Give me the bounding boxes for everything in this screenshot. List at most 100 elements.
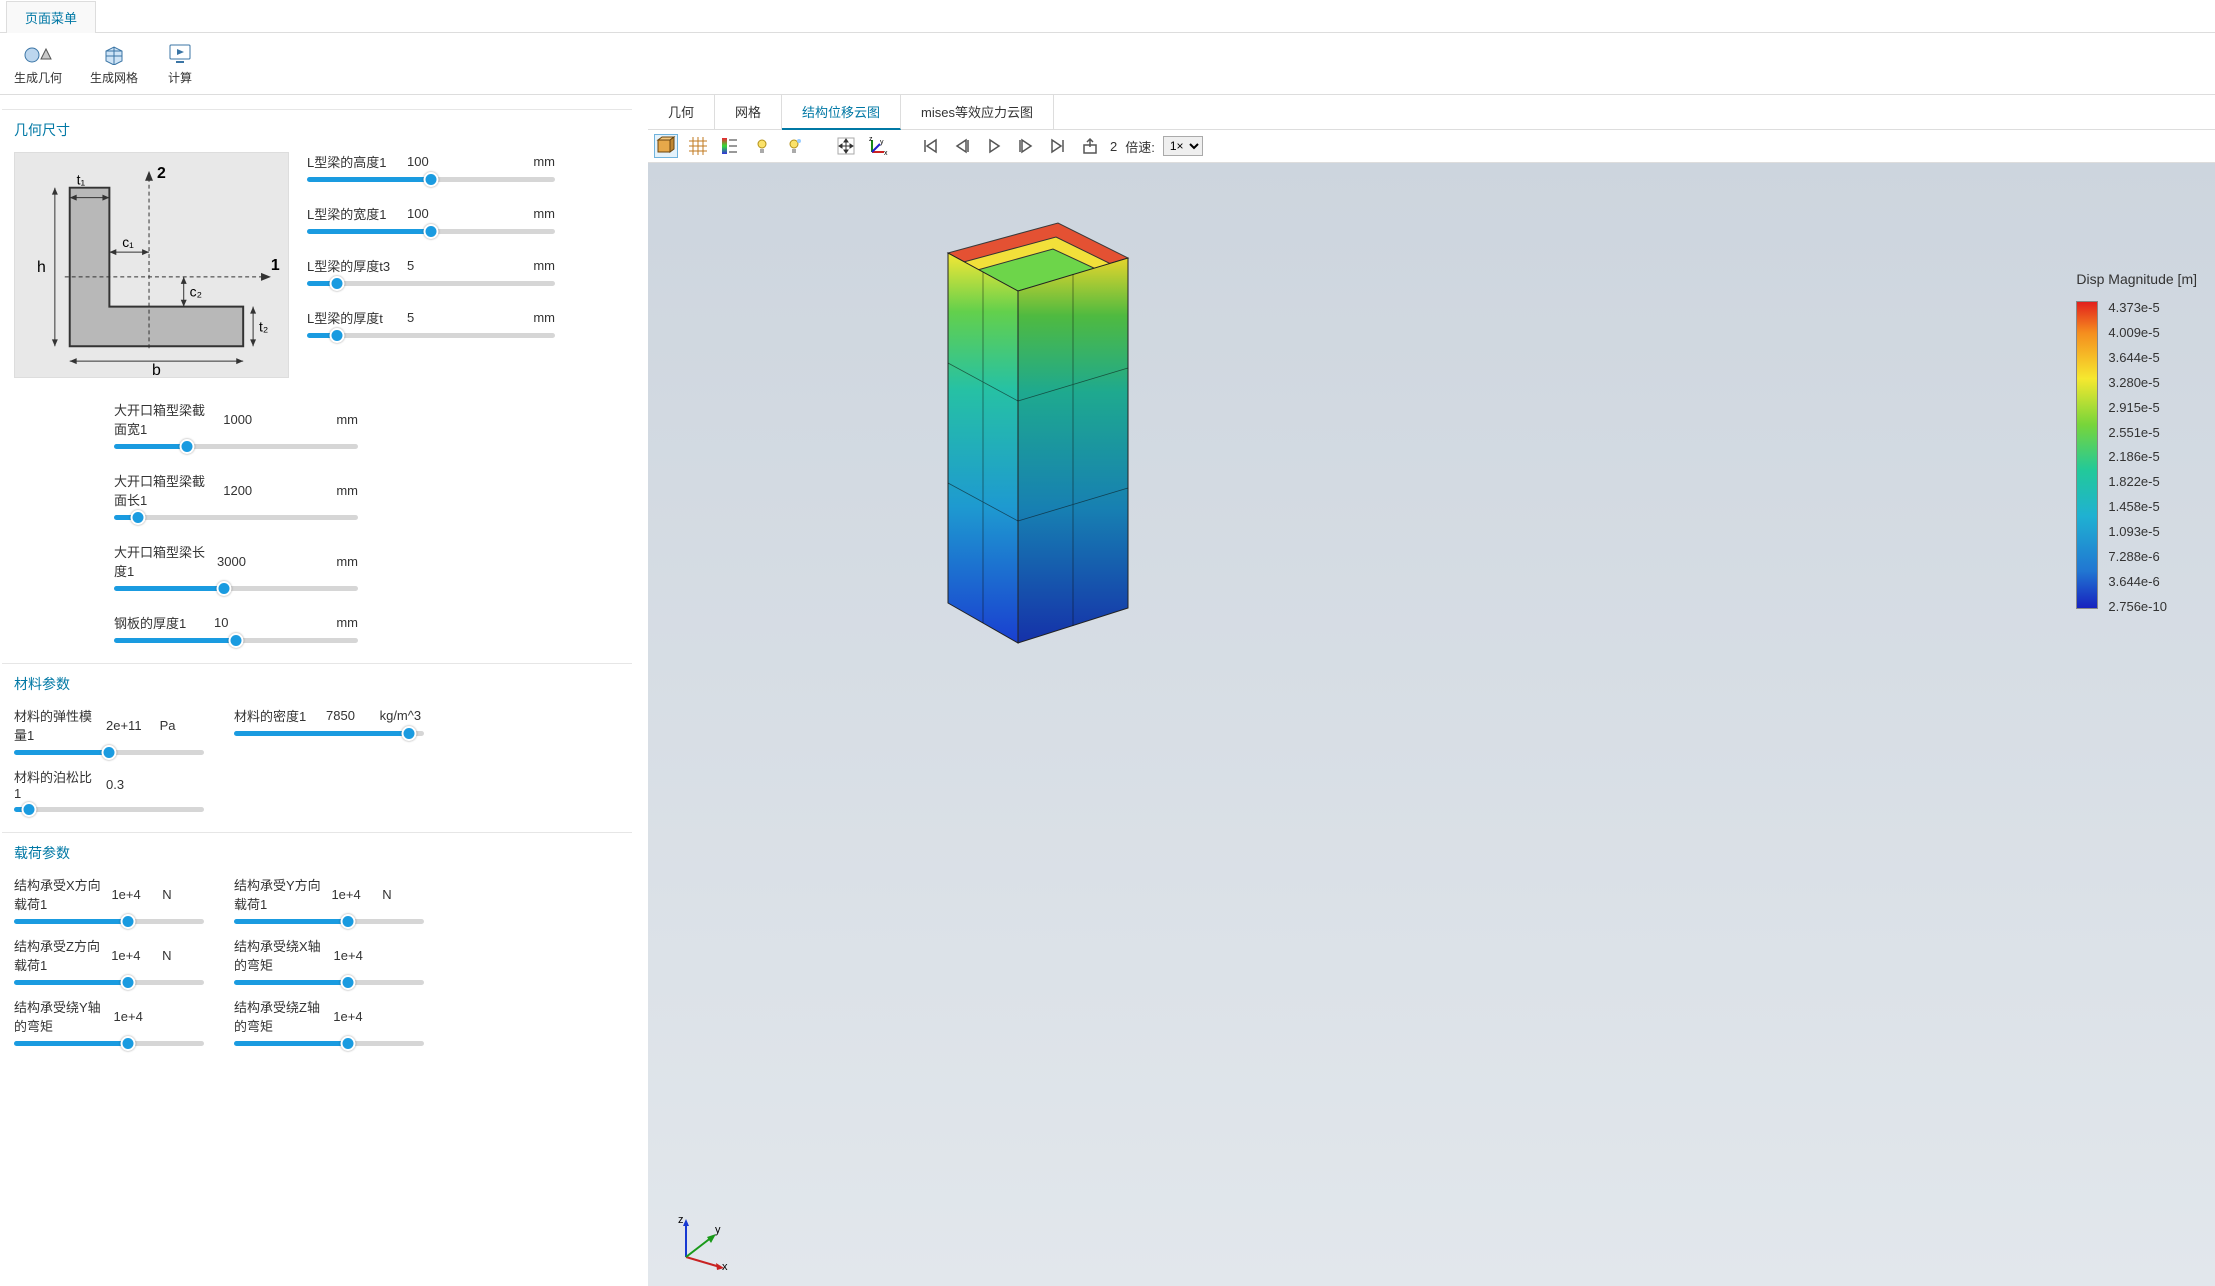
param-value[interactable]: 100 — [405, 206, 506, 221]
gfx-btn-grid[interactable] — [686, 134, 710, 158]
slider-knob[interactable] — [121, 914, 136, 929]
param-slider[interactable] — [14, 980, 204, 985]
param-slider[interactable] — [307, 177, 555, 182]
param-slider[interactable] — [234, 731, 424, 736]
slider-knob[interactable] — [216, 581, 231, 596]
gfx-btn-next[interactable] — [1014, 134, 1038, 158]
param-value[interactable]: 1e+4 — [329, 887, 376, 902]
legend-value: 2.551e-5 — [2108, 426, 2167, 439]
gfx-btn-play[interactable] — [982, 134, 1006, 158]
slider-knob[interactable] — [401, 726, 416, 741]
legend-value: 3.280e-5 — [2108, 376, 2167, 389]
param-slider[interactable] — [14, 807, 204, 812]
slider-knob[interactable] — [341, 1036, 356, 1051]
param-value[interactable]: 1200 — [221, 483, 313, 498]
param-slider[interactable] — [307, 281, 555, 286]
gfx-btn-prev[interactable] — [950, 134, 974, 158]
slider-knob[interactable] — [329, 276, 344, 291]
slider-knob[interactable] — [180, 439, 195, 454]
legend-value: 3.644e-5 — [2108, 351, 2167, 364]
param-label: 结构承受X方向载荷1 — [14, 875, 103, 913]
param-unit: mm — [512, 154, 555, 169]
gfx-btn-light2[interactable] — [782, 134, 806, 158]
gfx-btn-legend[interactable] — [718, 134, 742, 158]
slider-knob[interactable] — [229, 633, 244, 648]
param-slider[interactable] — [114, 515, 358, 520]
gfx-btn-light1[interactable] — [750, 134, 774, 158]
param-slider[interactable] — [234, 919, 424, 924]
param-大开口箱型梁截面长1: 大开口箱型梁截面长11200mm — [114, 471, 358, 520]
param-slider[interactable] — [234, 1041, 424, 1046]
tab-1[interactable]: 网格 — [715, 95, 782, 129]
param-slider[interactable] — [114, 444, 358, 449]
param-value[interactable]: 1000 — [221, 412, 313, 427]
graphics-canvas[interactable]: z y x Disp Magnitude [m] 4.373e-54.009e-… — [648, 163, 2215, 1286]
param-value[interactable]: 7850 — [324, 708, 374, 723]
param-label: 材料的泊松比1 — [14, 767, 98, 801]
param-label: 大开口箱型梁截面宽1 — [114, 400, 215, 438]
label-generate-mesh: 生成网格 — [90, 69, 138, 86]
param-slider[interactable] — [307, 333, 555, 338]
param-slider[interactable] — [114, 586, 358, 591]
slider-knob[interactable] — [424, 224, 439, 239]
slider-knob[interactable] — [121, 1036, 136, 1051]
slider-knob[interactable] — [341, 914, 356, 929]
param-slider[interactable] — [14, 919, 204, 924]
param-value[interactable]: 1e+4 — [332, 948, 378, 963]
btn-generate-mesh[interactable]: 生成网格 — [90, 39, 138, 86]
param-slider[interactable] — [14, 1041, 204, 1046]
param-结构承受绕X轴的弯矩: 结构承受绕X轴的弯矩1e+4 — [234, 936, 424, 985]
param-slider[interactable] — [307, 229, 555, 234]
gfx-btn-last[interactable] — [1046, 134, 1070, 158]
gfx-btn-move[interactable] — [834, 134, 858, 158]
section-title-material: 材料参数 — [14, 672, 620, 694]
param-结构承受Z方向载荷1: 结构承受Z方向载荷11e+4N — [14, 936, 204, 985]
gfx-btn-first[interactable] — [918, 134, 942, 158]
param-value[interactable]: 10 — [212, 615, 310, 630]
slider-knob[interactable] — [102, 745, 117, 760]
menu-page[interactable]: 页面菜单 — [6, 1, 96, 33]
param-value[interactable]: 1e+4 — [331, 1009, 377, 1024]
gfx-speed-select[interactable]: 1× — [1163, 136, 1203, 156]
legend-value: 2.915e-5 — [2108, 401, 2167, 414]
param-unit: kg/m^3 — [380, 708, 424, 723]
param-slider[interactable] — [234, 980, 424, 985]
section-title-geometry: 几何尺寸 — [14, 118, 620, 140]
slider-knob[interactable] — [22, 802, 37, 817]
param-value[interactable]: 2e+11 — [104, 718, 154, 733]
gfx-btn-box[interactable] — [654, 134, 678, 158]
lbeam-diagram: 2 1 h b t₁ c₁ — [14, 152, 289, 378]
svg-text:z: z — [678, 1215, 684, 1226]
param-value[interactable]: 1e+4 — [112, 1009, 158, 1024]
slider-knob[interactable] — [121, 975, 136, 990]
tab-0[interactable]: 几何 — [648, 95, 715, 129]
param-value[interactable]: 5 — [405, 310, 506, 325]
param-label: 大开口箱型梁长度1 — [114, 542, 209, 580]
gfx-btn-export[interactable] — [1078, 134, 1102, 158]
param-unit: mm — [317, 554, 358, 569]
slider-knob[interactable] — [424, 172, 439, 187]
slider-knob[interactable] — [341, 975, 356, 990]
tab-2[interactable]: 结构位移云图 — [782, 95, 901, 130]
param-结构承受X方向载荷1: 结构承受X方向载荷11e+4N — [14, 875, 204, 924]
param-value[interactable]: 1e+4 — [109, 948, 156, 963]
param-value[interactable]: 100 — [405, 154, 506, 169]
param-大开口箱型梁长度1: 大开口箱型梁长度1 3000 mm — [114, 542, 358, 591]
slider-knob[interactable] — [329, 328, 344, 343]
param-unit: mm — [512, 206, 555, 221]
svg-text:c₂: c₂ — [190, 284, 202, 300]
param-label: 材料的密度1 — [234, 706, 318, 725]
gfx-btn-axes[interactable]: zxy — [866, 134, 890, 158]
slider-knob[interactable] — [131, 510, 146, 525]
param-value[interactable]: 0.3 — [104, 777, 154, 792]
param-unit: mm — [512, 258, 555, 273]
svg-text:x: x — [722, 1261, 728, 1271]
btn-generate-geometry[interactable]: 生成几何 — [14, 39, 62, 86]
btn-compute[interactable]: 计算 — [166, 39, 194, 86]
param-slider[interactable] — [114, 638, 358, 643]
tab-3[interactable]: mises等效应力云图 — [901, 95, 1054, 129]
param-slider[interactable] — [14, 750, 204, 755]
param-value[interactable]: 3000 — [215, 554, 311, 569]
param-value[interactable]: 5 — [405, 258, 506, 273]
param-value[interactable]: 1e+4 — [109, 887, 156, 902]
